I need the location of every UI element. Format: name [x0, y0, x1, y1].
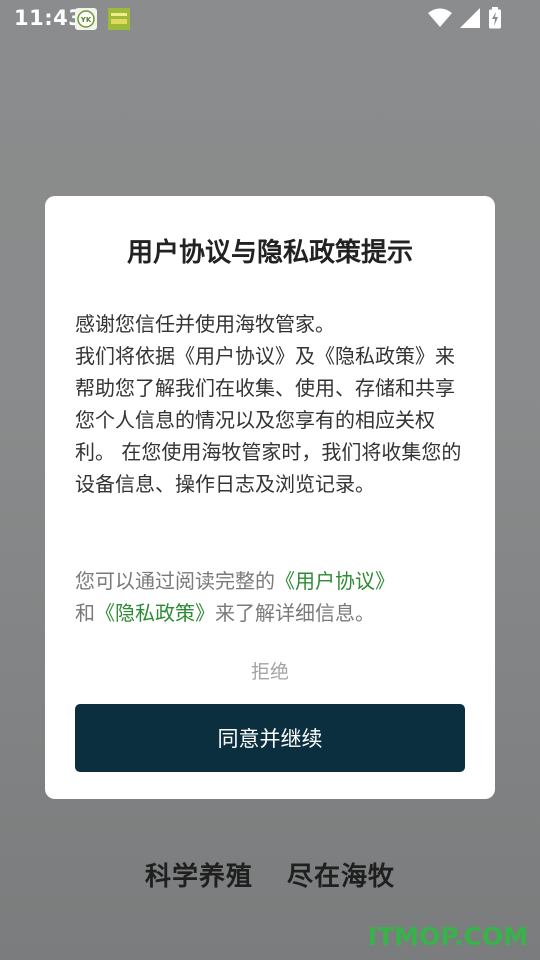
dialog-hint: 您可以通过阅读完整的《用户协议》和《隐私政策》来了解详细信息。 — [75, 565, 467, 629]
slogan-part-2: 尽在海牧 — [287, 862, 396, 892]
user-agreement-link[interactable]: 《用户协议》 — [275, 569, 395, 593]
dialog-title: 用户协议与隐私政策提示 — [126, 238, 413, 268]
hint-and: 和 — [75, 601, 95, 625]
status-bar: 11:43 YK — [0, 0, 540, 36]
privacy-policy-link[interactable]: 《隐私政策》 — [95, 601, 215, 625]
signal-icon — [460, 8, 480, 32]
svg-text:YK: YK — [80, 16, 92, 24]
wifi-icon — [428, 8, 452, 32]
hint-suffix: 来了解详细信息。 — [215, 601, 375, 625]
body-line-1: 感谢您信任并使用海牧管家。 — [75, 312, 335, 336]
yk-app-icon: YK — [75, 8, 97, 30]
app-slogan: 科学养殖 尽在海牧 — [0, 856, 540, 893]
dialog-body: 感谢您信任并使用海牧管家。 我们将依据《用户协议》及《隐私政策》来帮助您了解我们… — [75, 308, 467, 500]
reject-button[interactable]: 拒绝 — [45, 657, 495, 684]
status-time: 11:43 — [14, 6, 84, 30]
body-line-2: 我们将依据《用户协议》及《隐私政策》来帮助您了解我们在收集、使用、存储和共享您个… — [75, 344, 462, 496]
agree-continue-button[interactable]: 同意并继续 — [75, 704, 465, 772]
system-icons — [428, 7, 502, 33]
hint-prefix: 您可以通过阅读完整的 — [75, 569, 275, 593]
farm-app-icon — [108, 8, 130, 30]
slogan-part-1: 科学养殖 — [144, 862, 253, 892]
privacy-dialog: 用户协议与隐私政策提示 感谢您信任并使用海牧管家。 我们将依据《用户协议》及《隐… — [45, 196, 495, 799]
battery-charging-icon — [488, 7, 502, 33]
site-watermark: ITMOP.COM — [367, 922, 528, 951]
